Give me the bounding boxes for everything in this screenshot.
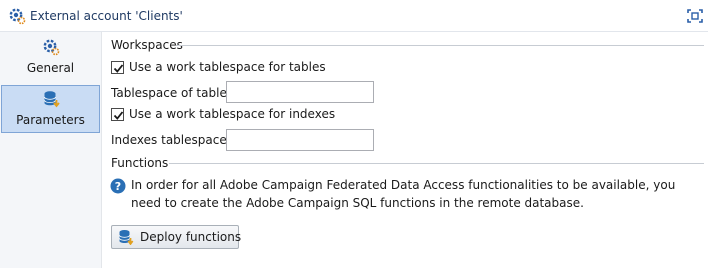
- deploy-functions-button[interactable]: Deploy functions: [111, 225, 242, 249]
- functions-section-title: Functions: [111, 156, 169, 170]
- database-icon: [43, 90, 61, 108]
- sidebar-item-parameters[interactable]: Parameters: [1, 85, 100, 133]
- window-title: External account 'Clients': [30, 9, 183, 23]
- indexes-tablespace-input[interactable]: [226, 129, 374, 151]
- gear-icon: [8, 7, 26, 25]
- sidebar-item-label: Parameters: [16, 113, 85, 127]
- gear-icon: [42, 38, 60, 56]
- tables-tablespace-label: Tablespace of tables:: [111, 86, 238, 100]
- tables-tablespace-input[interactable]: [226, 81, 374, 103]
- indexes-tablespace-checkbox[interactable]: [111, 108, 124, 121]
- functions-info-text: In order for all Adobe Campaign Federate…: [131, 178, 676, 210]
- title-bar: External account 'Clients': [0, 0, 708, 32]
- database-deploy-icon: [118, 229, 134, 246]
- indexes-tablespace-checkbox-label: Use a work tablespace for indexes: [129, 107, 336, 121]
- deploy-functions-button-label: Deploy functions: [140, 230, 242, 244]
- sidebar-item-general[interactable]: General: [1, 34, 100, 82]
- external-account-window: External account 'Clients' General Param…: [0, 0, 708, 268]
- workspaces-section-title: Workspaces: [111, 38, 183, 52]
- section-divider: [169, 163, 704, 164]
- tables-tablespace-checkbox-label: Use a work tablespace for tables: [129, 60, 326, 74]
- sidebar: General Parameters: [0, 32, 102, 268]
- help-icon: ?: [110, 178, 126, 194]
- sidebar-item-label: General: [26, 61, 75, 75]
- svg-text:?: ?: [115, 180, 121, 193]
- indexes-tablespace-label: Indexes tablespace:: [111, 133, 231, 147]
- maximize-icon[interactable]: [687, 9, 703, 23]
- tables-tablespace-checkbox[interactable]: [111, 61, 124, 74]
- section-divider: [176, 45, 704, 46]
